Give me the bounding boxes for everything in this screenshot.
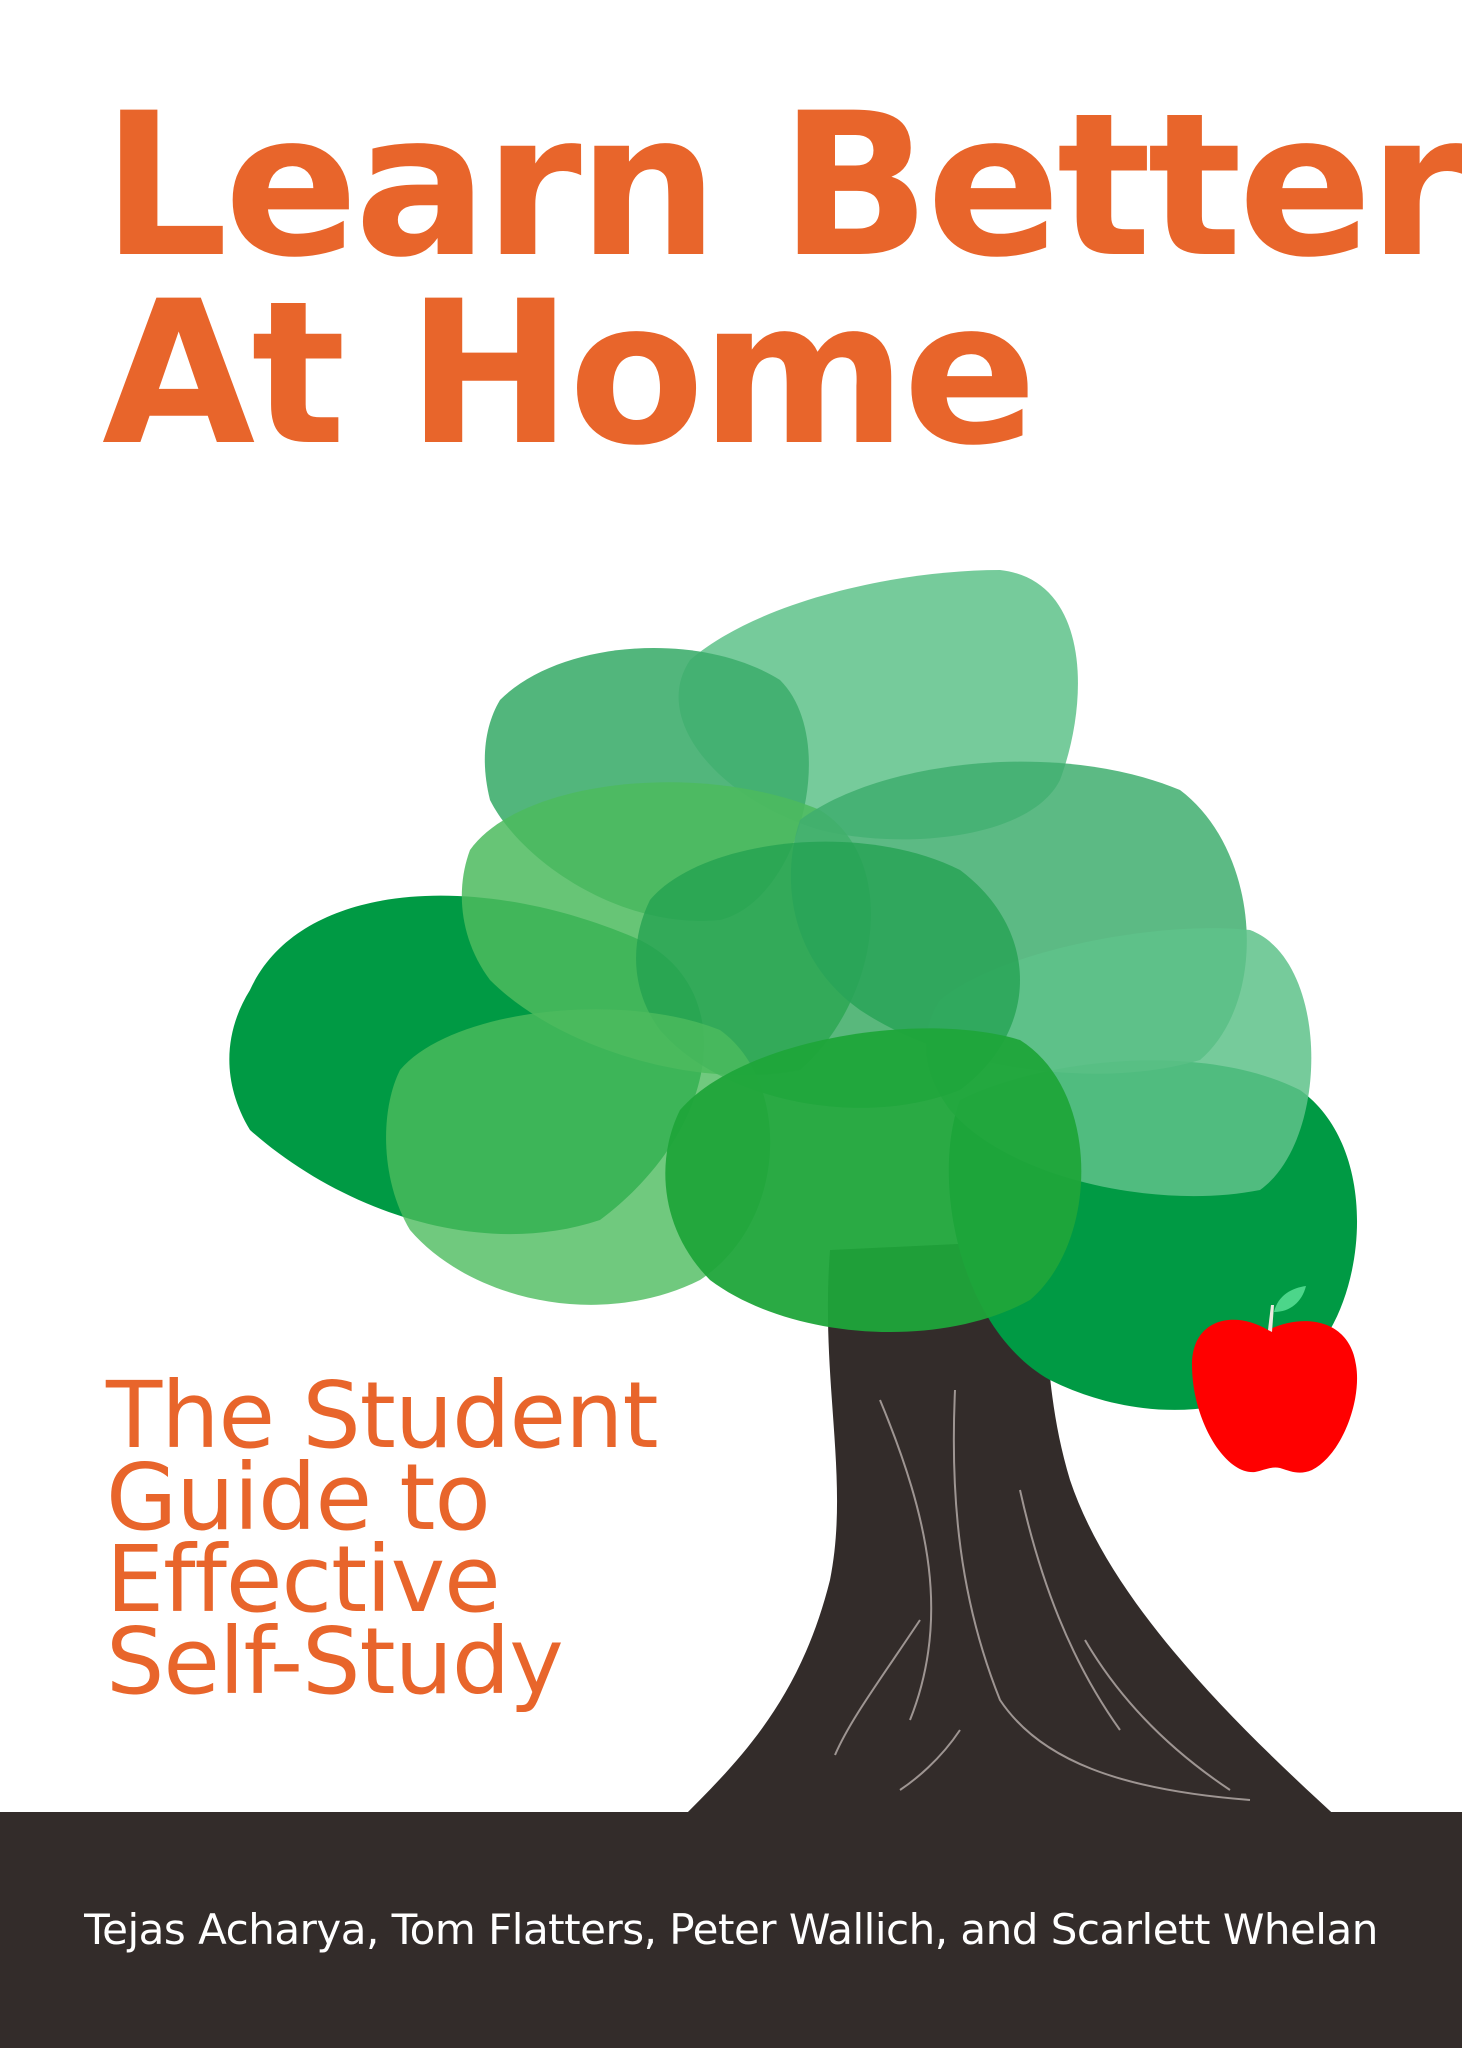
title-line-1: Learn Better bbox=[102, 70, 1462, 301]
title-line-2: At Home bbox=[102, 258, 1037, 489]
subtitle-line-4: Self-Study bbox=[106, 1608, 564, 1715]
book-cover: Learn Better At Home The Student Guide t… bbox=[0, 0, 1462, 2048]
tree-foliage bbox=[229, 570, 1358, 1410]
book-subtitle: The Student Guide to Effective Self-Stud… bbox=[106, 1370, 659, 1715]
book-title: Learn Better At Home bbox=[102, 70, 1462, 489]
author-list: Tejas Acharya, Tom Flatters, Peter Walli… bbox=[84, 1905, 1378, 1954]
